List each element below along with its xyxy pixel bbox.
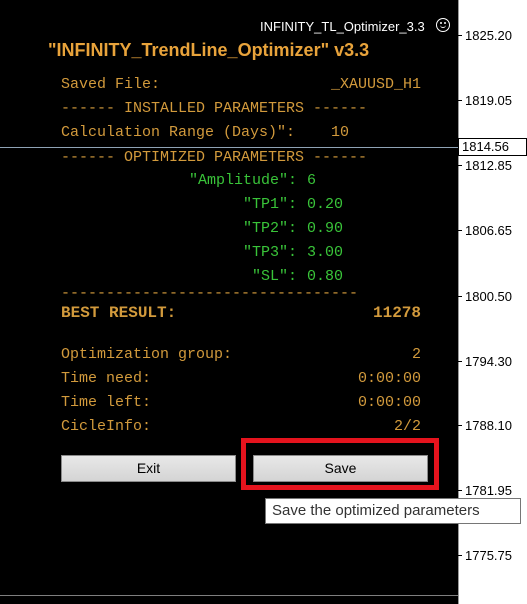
time-need-value: 0:00:00 — [357, 370, 421, 387]
price-tick-label: 1775.75 — [465, 548, 512, 563]
best-result-value: 11278 — [372, 304, 421, 322]
param-amplitude-label: "Amplitude": — [188, 172, 297, 189]
calc-range-label: Calculation Range (Days)": — [61, 124, 296, 141]
cicle-info-value: 2/2 — [393, 418, 421, 435]
time-left-value: 0:00:00 — [357, 394, 421, 411]
best-result-label: BEST RESULT: — [61, 304, 177, 322]
current-price-line — [0, 147, 458, 148]
param-tp3-label: "TP3": — [242, 244, 297, 261]
price-tick-label: 1819.05 — [465, 93, 512, 108]
price-tick-label: 1825.20 — [465, 28, 512, 43]
price-tick-label: 1812.85 — [465, 158, 512, 173]
param-sl-value: 0.80 — [307, 268, 344, 285]
installed-header: ------ INSTALLED PARAMETERS ------ — [61, 100, 368, 117]
indicator-name: INFINITY_TL_Optimizer_3.3 — [260, 19, 425, 34]
current-price-label: 1814.56 — [458, 138, 527, 156]
param-tp3-value: 3.00 — [307, 244, 344, 261]
opt-group-label: Optimization group: — [61, 346, 233, 363]
price-tick-label: 1806.65 — [465, 223, 512, 238]
exit-button[interactable]: Exit — [61, 455, 236, 482]
time-left-label: Time left: — [61, 394, 152, 411]
price-tick-label: 1788.10 — [465, 418, 512, 433]
save-tooltip: Save the optimized parameters — [265, 498, 521, 524]
separator-line: --------------------------------- — [61, 285, 359, 302]
calc-range-value: 10 — [331, 124, 350, 141]
price-tick-label: 1781.95 — [465, 483, 512, 498]
opt-group-value: 2 — [411, 346, 421, 363]
saved-file-label: Saved File: — [61, 76, 161, 93]
save-button-highlight — [241, 438, 439, 490]
saved-file-value: _XAUUSD_H1 — [330, 76, 421, 93]
price-tick-label: 1800.50 — [465, 289, 512, 304]
param-sl-label: "SL": — [251, 268, 297, 285]
time-need-label: Time need: — [61, 370, 152, 387]
param-tp2-label: "TP2": — [242, 220, 297, 237]
param-tp1-label: "TP1": — [242, 196, 297, 213]
panel-title: "INFINITY_TrendLine_Optimizer" v3.3 — [48, 40, 370, 60]
cicle-info-label: CicleInfo: — [61, 418, 152, 435]
optimized-header: ------ OPTIMIZED PARAMETERS ------ — [61, 149, 368, 166]
param-tp1-value: 0.20 — [307, 196, 344, 213]
price-tick-label: 1794.30 — [465, 354, 512, 369]
param-tp2-value: 0.90 — [307, 220, 344, 237]
param-amplitude-value: 6 — [307, 172, 317, 189]
smiley-icon — [436, 18, 450, 32]
